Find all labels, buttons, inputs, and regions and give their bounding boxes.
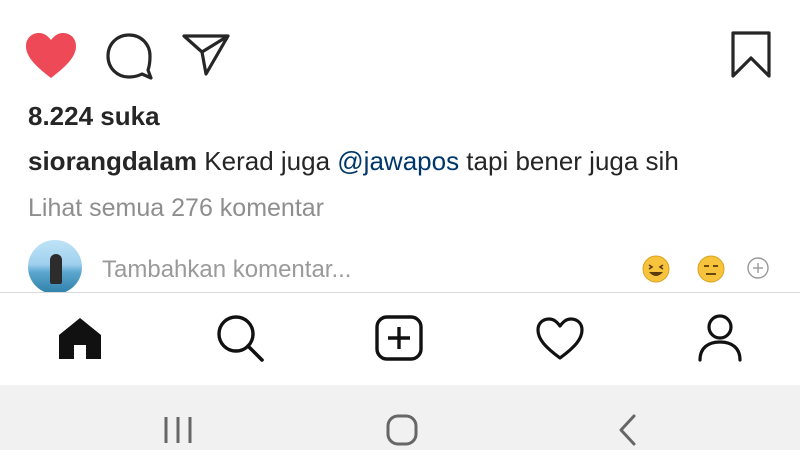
search-icon[interactable] [214, 313, 266, 363]
comment-icon[interactable] [104, 32, 154, 80]
back-icon[interactable] [616, 413, 640, 447]
send-icon[interactable] [180, 32, 232, 78]
avatar-person-figure [50, 254, 62, 284]
activity-heart-icon[interactable] [535, 317, 585, 361]
avatar [28, 240, 82, 294]
caption-mention-link[interactable]: @jawapos [337, 146, 459, 176]
bookmark-icon[interactable] [728, 30, 774, 80]
caption-text-end: tapi bener juga sih [459, 146, 679, 176]
add-circle-icon[interactable] [746, 256, 770, 280]
recent-apps-icon[interactable] [162, 415, 194, 445]
home-button-icon[interactable] [385, 413, 419, 447]
add-square-icon[interactable] [374, 314, 424, 362]
post-caption: siorangdalam Kerad juga @jawapos tapi be… [28, 144, 679, 178]
home-icon[interactable] [56, 315, 104, 361]
clipped-previous-line [28, 0, 798, 4]
profile-icon[interactable] [696, 313, 744, 363]
bottom-navigation [0, 293, 800, 385]
laughing-emoji-icon[interactable] [641, 254, 671, 284]
caption-username[interactable]: siorangdalam [28, 146, 197, 176]
caption-text-start: Kerad juga [197, 146, 338, 176]
likes-count[interactable]: 8.224 suka [28, 100, 160, 132]
add-comment-input[interactable] [102, 254, 602, 286]
system-navigation-bar [0, 385, 800, 450]
heart-icon[interactable] [24, 32, 78, 80]
view-all-comments-link[interactable]: Lihat semua 276 komentar [28, 192, 324, 224]
expressionless-emoji-icon[interactable] [696, 254, 726, 284]
